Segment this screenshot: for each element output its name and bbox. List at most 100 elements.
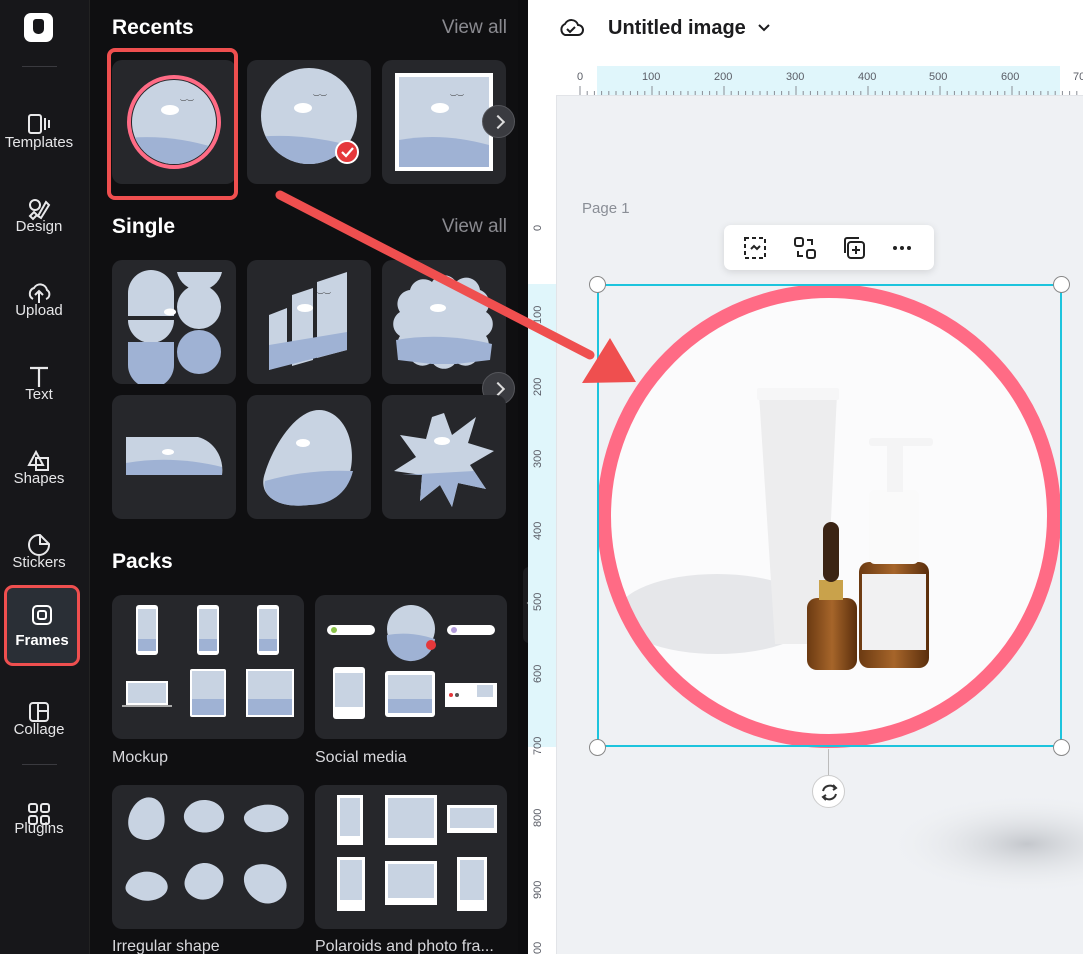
ruler-tick-label: 100 (642, 71, 661, 83)
ruler-tick-label: 0 (532, 224, 544, 231)
social-media-pack-thumbnail (327, 605, 497, 719)
cloud-sync-icon[interactable] (558, 16, 584, 40)
mockup-pack-thumbnail (122, 605, 294, 717)
rail-item-upload[interactable]: Upload (0, 264, 78, 342)
rotate-icon (821, 784, 838, 801)
rail-label: Collage (13, 721, 65, 738)
pack-social-media[interactable] (315, 595, 507, 739)
recents-view-all-link[interactable]: View all (442, 17, 507, 39)
panel-splitter (518, 0, 528, 954)
blob-frame-thumbnail (263, 409, 353, 506)
editor-canvas-area: Untitled image 0 100 200 300 400 500 600… (528, 0, 1083, 954)
rotate-connector (828, 749, 829, 775)
svg-text:︶︶: ︶︶ (450, 93, 464, 102)
single-frame-semicircles[interactable] (112, 260, 236, 384)
ruler-tick-label: 600 (532, 664, 544, 683)
single-frame-burst[interactable] (382, 395, 506, 519)
pack-label: Irregular shape (112, 938, 220, 954)
single-frame-cloud[interactable] (382, 260, 506, 384)
ruler-tick-label: 500 (532, 592, 544, 611)
ruler-tick-label: 00 (532, 941, 544, 954)
svg-text:︶︶: ︶︶ (313, 93, 327, 102)
rail-item-text[interactable]: Text (0, 348, 78, 426)
ruler-tick-label: 800 (532, 808, 544, 827)
ruler-tick-label: 400 (858, 71, 877, 83)
left-nav-rail: Templates Design Upload Text Shapes Stic… (0, 0, 90, 954)
rail-divider (22, 66, 57, 67)
ruler-tick-label: 400 (532, 521, 544, 540)
rotate-button[interactable] (812, 775, 845, 808)
replace-icon[interactable] (792, 235, 818, 261)
chevron-down-icon[interactable] (757, 21, 771, 35)
pack-label: Social media (315, 749, 407, 766)
pack-label: Polaroids and photo fra... (315, 938, 494, 954)
vertical-ruler: 0 100 200 300 400 500 600 700 800 900 00 (528, 96, 557, 954)
cloud-frame-thumbnail (393, 275, 493, 369)
pack-irregular-shape[interactable] (112, 785, 304, 929)
recents-heading: Recents (112, 16, 194, 39)
frames-panel: Recents View all ︶︶ ︶︶ ︶︶ Single View al… (90, 0, 522, 954)
ruler-tick-label: 700 (532, 736, 544, 755)
single-view-all-link[interactable]: View all (442, 216, 507, 238)
duplicate-icon[interactable] (841, 235, 867, 261)
canvas-shadow (887, 794, 1083, 894)
document-title[interactable]: Untitled image (608, 17, 746, 40)
rail-item-stickers[interactable]: Stickers (0, 516, 78, 594)
horizontal-ruler: 0 100 200 300 400 500 600 70 (556, 66, 1083, 96)
recent-frame-circle[interactable]: ︶︶ (247, 60, 371, 184)
rail-label: Frames (15, 632, 69, 649)
rail-label: Upload (15, 302, 63, 319)
single-frame-tab[interactable] (112, 395, 236, 519)
ruler-tick-label: 200 (532, 377, 544, 396)
ruler-tick-label: 900 (532, 880, 544, 899)
ruler-tick-label: 300 (532, 449, 544, 468)
rail-item-frames[interactable]: Frames (4, 585, 80, 666)
rail-divider (22, 764, 57, 765)
frames-icon (32, 605, 52, 625)
pack-mockup[interactable] (112, 595, 304, 739)
rail-label: Stickers (12, 554, 66, 571)
recents-next-arrow[interactable] (482, 105, 515, 138)
ruler-tick-label: 200 (714, 71, 733, 83)
tab-shape-thumbnail (126, 437, 223, 475)
crop-select-icon[interactable] (742, 235, 768, 261)
rail-label: Design (15, 218, 63, 235)
rail-item-plugins[interactable]: Plugins (0, 785, 78, 863)
ruler-tick-label: 600 (1001, 71, 1020, 83)
rail-label: Shapes (13, 470, 65, 487)
rail-label: Plugins (14, 820, 64, 837)
element-toolbar (724, 225, 934, 270)
irregular-shape-pack-thumbnail (125, 797, 289, 904)
recent-highlight-box (107, 48, 238, 200)
polaroids-pack-thumbnail (337, 795, 497, 911)
app-logo[interactable] (24, 13, 53, 42)
packs-heading: Packs (112, 550, 173, 573)
page-label: Page 1 (582, 200, 630, 217)
ruler-tick-label: 70 (1073, 71, 1083, 83)
rail-item-templates[interactable]: Templates (0, 96, 78, 174)
perspective-panels-thumbnail: ︶︶ (269, 272, 347, 370)
rail-item-collage[interactable]: Collage (0, 683, 78, 761)
rail-label: Templates (4, 134, 74, 151)
more-options-icon[interactable] (889, 235, 915, 261)
ruler-corner (528, 66, 557, 96)
rail-label: Text (25, 386, 53, 403)
selected-check-badge (335, 140, 359, 164)
single-heading: Single (112, 215, 176, 238)
single-frame-panels[interactable]: ︶︶ (247, 260, 371, 384)
pack-label: Mockup (112, 749, 169, 766)
semicircle-grid-thumbnail (128, 270, 222, 384)
pack-polaroids[interactable] (315, 785, 507, 929)
resize-handle-top-right[interactable] (1053, 276, 1070, 293)
rail-item-shapes[interactable]: Shapes (0, 432, 78, 510)
ruler-tick-label: 500 (929, 71, 948, 83)
circle-frame-thumbnail: ︶︶ (261, 68, 359, 164)
resize-handle-top-left[interactable] (589, 276, 606, 293)
resize-handle-bottom-right[interactable] (1053, 739, 1070, 756)
single-frame-blob[interactable] (247, 395, 371, 519)
ruler-tick-label: 300 (786, 71, 805, 83)
resize-handle-bottom-left[interactable] (589, 739, 606, 756)
ruler-tick-label: 100 (532, 305, 544, 324)
rail-item-design[interactable]: Design (0, 180, 78, 258)
selection-box (597, 284, 1062, 747)
